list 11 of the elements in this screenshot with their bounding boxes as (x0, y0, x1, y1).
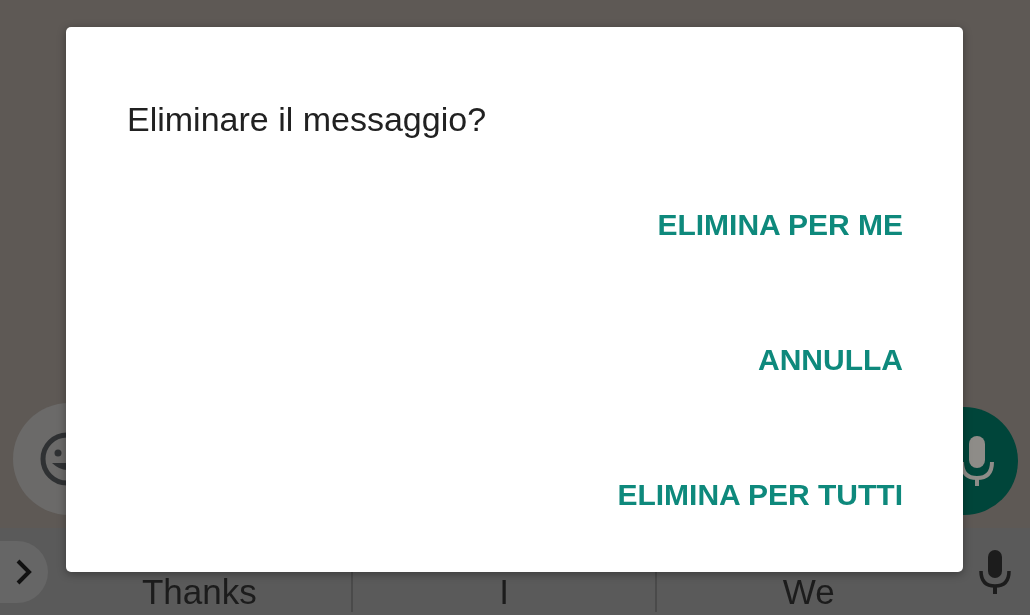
microphone-icon (960, 436, 994, 486)
dialog-action-button[interactable]: ELIMINA PER TUTTI (617, 475, 903, 514)
chevron-icon (15, 557, 33, 586)
word-suggestion[interactable]: Thanks (141, 574, 257, 609)
word-suggestion[interactable]: I (499, 574, 509, 609)
dialog-action-button[interactable]: ANNULLA (758, 340, 903, 379)
dialog-action-button[interactable]: ELIMINA PER ME (657, 205, 903, 244)
expand-button[interactable] (0, 540, 48, 603)
word-suggestion[interactable]: We (782, 574, 835, 609)
microphone-icon[interactable] (978, 548, 1012, 595)
dialog-title: Eliminare il messaggio? (127, 99, 488, 140)
